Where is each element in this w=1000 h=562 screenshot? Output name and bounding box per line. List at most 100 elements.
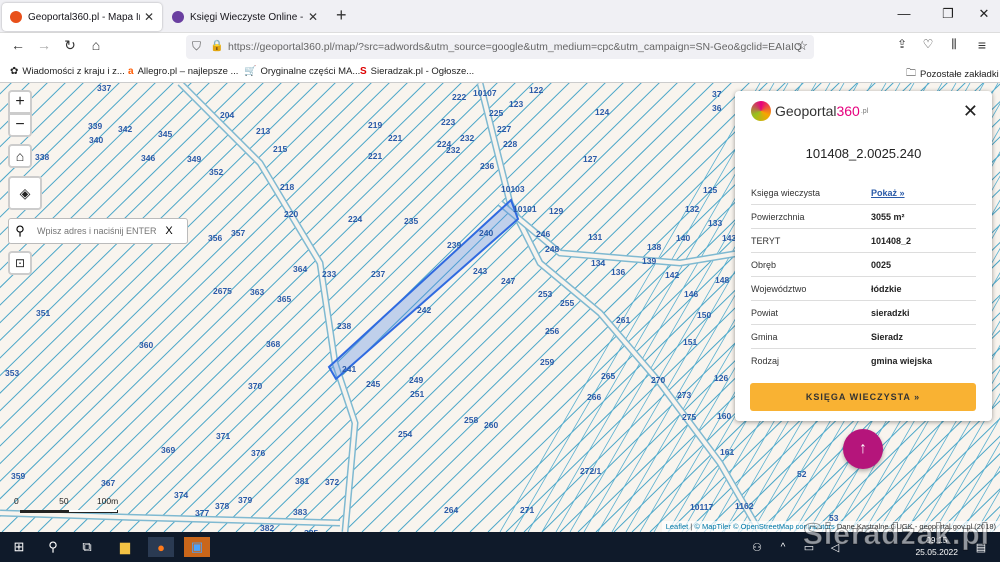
- parcel-label: 352: [209, 167, 224, 177]
- parcel-label: 235: [404, 216, 419, 226]
- parcel-label: 239: [447, 240, 462, 250]
- menu-icon[interactable]: ≡: [972, 37, 992, 53]
- parcel-label: 368: [266, 339, 281, 349]
- parcel-label: 232: [446, 145, 461, 155]
- parcel-label: 342: [118, 124, 133, 134]
- parcel-label: 124: [595, 107, 610, 117]
- clear-search-icon[interactable]: X: [159, 225, 179, 237]
- detail-row: Powiat sieradzki: [751, 301, 976, 325]
- parcel-label: 220: [284, 209, 299, 219]
- maximize-icon[interactable]: ❐: [938, 6, 958, 22]
- parcel-label: 264: [444, 505, 459, 515]
- parcel-label: 136: [611, 267, 626, 277]
- detail-row: Obręb 0025: [751, 253, 976, 277]
- logo-icon: [751, 101, 771, 121]
- parcel-id-title: 101408_2.0025.240: [805, 146, 922, 161]
- parcel-label: 10101: [513, 204, 537, 214]
- close-tab-icon[interactable]: ✕: [308, 10, 318, 24]
- show-kw-link[interactable]: Pokaż »: [871, 188, 905, 198]
- zoom-in-button[interactable]: +: [8, 90, 32, 114]
- map-canvas[interactable]: 337 204 213 219 222 10107 123 122 124 37 36 339 342 3…: [0, 83, 1000, 532]
- tab-ksiegi[interactable]: Księgi Wieczyste Online - Ogólno ✕: [164, 3, 326, 31]
- parcel-label: 223: [441, 117, 456, 127]
- ksiega-wieczysta-button[interactable]: KSIĘGA WIECZYSTA »: [750, 383, 976, 411]
- parcel-label: 357: [231, 228, 246, 238]
- people-icon[interactable]: ⚇: [744, 537, 770, 557]
- close-window-icon[interactable]: ✕: [974, 6, 994, 22]
- new-tab-button[interactable]: +: [336, 5, 347, 26]
- parcel-label: 10117: [690, 502, 714, 512]
- windows-start-icon[interactable]: ⊞: [6, 537, 32, 557]
- scale-end: 100m: [96, 496, 119, 506]
- parcel-label: 228: [503, 139, 518, 149]
- parcel-label: 127: [583, 154, 598, 164]
- zoom-out-button[interactable]: −: [8, 113, 32, 137]
- parcel-details-table: Księga wieczysta Pokaż » Powierzchnia 3055…: [751, 181, 976, 373]
- parcel-label: 10107: [473, 88, 497, 98]
- measure-button[interactable]: ⊡: [8, 251, 32, 275]
- ksiegi-favicon-icon: [172, 11, 184, 23]
- parcel-label: 371: [216, 431, 231, 441]
- parcel-label: 246: [536, 229, 551, 239]
- parcel-label: 265: [601, 371, 616, 381]
- layers-button[interactable]: ◈: [8, 176, 42, 210]
- detail-row: Województwo łódzkie: [751, 277, 976, 301]
- detail-row: Księga wieczysta Pokaż »: [751, 181, 976, 205]
- firefox-icon[interactable]: ●: [148, 537, 174, 557]
- parcel-label: 383: [293, 507, 308, 517]
- reload-icon[interactable]: ↻: [60, 37, 80, 54]
- other-bookmarks[interactable]: 🗀 Pozostałe zakładki: [906, 66, 999, 83]
- parcel-label: 1162: [735, 501, 754, 511]
- library-icon[interactable]: ⫼: [944, 37, 964, 52]
- parcel-label: 129: [549, 206, 564, 216]
- leaflet-link[interactable]: Leaflet: [666, 522, 689, 531]
- parcel-label: 340: [89, 135, 104, 145]
- parcel-label: 237: [371, 269, 386, 279]
- parcel-label: 219: [368, 120, 383, 130]
- file-explorer-icon[interactable]: ▆: [112, 537, 138, 557]
- watermark-logo: Sieradzak.pl: [802, 518, 990, 552]
- parcel-label: 243: [473, 266, 488, 276]
- bookmark-star-icon[interactable]: ☆: [796, 38, 808, 54]
- parcel-label: 359: [11, 471, 26, 481]
- parcel-label: 215: [273, 144, 288, 154]
- tray-chevron-icon[interactable]: ^: [770, 537, 796, 557]
- close-panel-icon[interactable]: ✕: [963, 101, 978, 122]
- parcel-label: 266: [587, 392, 602, 402]
- parcel-label: 204: [220, 110, 235, 120]
- tab-geoportal[interactable]: Geoportal360.pl - Mapa Interakt ✕: [2, 3, 162, 31]
- parcel-label: 270: [651, 375, 666, 385]
- pocket-icon[interactable]: ♡: [918, 37, 938, 51]
- home-view-button[interactable]: ⌂: [8, 144, 32, 168]
- parcel-label: 255: [560, 298, 575, 308]
- forward-icon[interactable]: →: [34, 37, 54, 53]
- scale-mid: 50: [59, 496, 69, 506]
- minimize-icon[interactable]: —: [894, 6, 914, 21]
- parcel-label: 218: [280, 182, 295, 192]
- search-icon[interactable]: ⚲: [40, 537, 66, 557]
- bookmark-item[interactable]: ✿ Wiadomości z kraju i z...: [10, 66, 125, 77]
- url-bar[interactable]: ⛉ 🔒 https://geoportal360.pl/map/?src=adw…: [186, 35, 814, 59]
- app-icon[interactable]: ▣: [184, 537, 210, 557]
- tab-title: Księgi Wieczyste Online - Ogólno: [190, 11, 304, 23]
- search-input[interactable]: [31, 226, 159, 236]
- scroll-up-button[interactable]: ↑: [843, 429, 883, 469]
- close-tab-icon[interactable]: ✕: [144, 10, 154, 24]
- bookmark-favicon-icon: a: [128, 66, 134, 77]
- bookmarks-bar: ✿ Wiadomości z kraju i z... a Allegro.pl –…: [0, 61, 1000, 83]
- home-icon[interactable]: ⌂: [86, 37, 106, 53]
- parcel-label: 258: [464, 415, 479, 425]
- parcel-label: 364: [293, 264, 308, 274]
- bookmark-item[interactable]: a Allegro.pl – najlepsze ...: [128, 66, 238, 77]
- parcel-label: 337: [97, 83, 112, 93]
- parcel-label: 221: [388, 133, 403, 143]
- bookmark-item[interactable]: S Sieradzak.pl - Ogłosze...: [360, 66, 474, 77]
- parcel-label: 382: [260, 523, 275, 532]
- maptiler-link[interactable]: © MapTiler: [694, 522, 731, 531]
- parcel-label: 253: [538, 289, 553, 299]
- back-icon[interactable]: ←: [8, 37, 28, 53]
- parcel-label: 241: [342, 364, 357, 374]
- task-view-icon[interactable]: ⧉: [74, 537, 100, 557]
- bookmark-item[interactable]: 🛒 Oryginalne części MA...: [244, 66, 360, 77]
- pocket-save-icon[interactable]: ⇪: [892, 37, 912, 51]
